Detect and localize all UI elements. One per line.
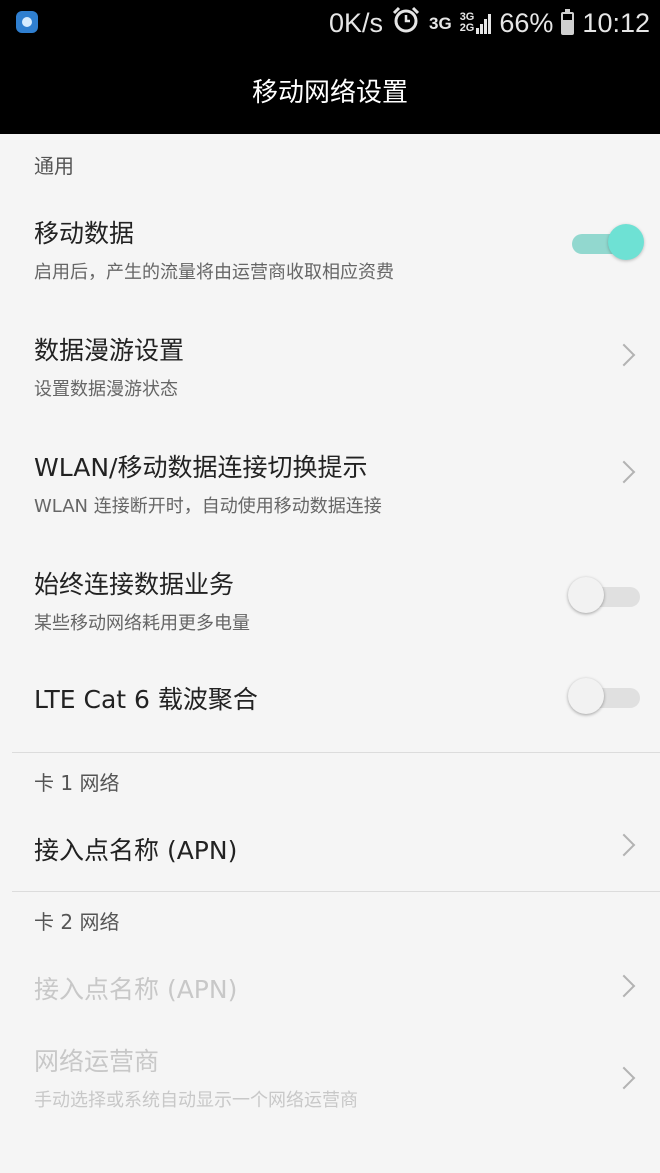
lte-carrier-aggregation-title: LTE Cat 6 载波聚合 [34, 685, 258, 714]
roaming-settings-title: 数据漫游设置 [34, 336, 185, 365]
section-header-general: 通用 [34, 154, 74, 178]
network-operator-subtitle: 手动选择或系统自动显示一个网络运营商 [34, 1090, 358, 1111]
wlan-switch-prompt-subtitle: WLAN 连接断开时，自动使用移动数据连接 [34, 496, 382, 517]
wlan-switch-prompt-title: WLAN/移动数据连接切换提示 [34, 453, 368, 482]
mobile-data-title: 移动数据 [34, 219, 135, 248]
roaming-settings-subtitle: 设置数据漫游状态 [34, 379, 178, 400]
page-title: 移动网络设置 [251, 77, 408, 108]
3g-2g-signal-icon: 3G 2G [460, 12, 492, 34]
mobile-data-toggle[interactable] [572, 224, 644, 264]
network-operator-row[interactable]: 网络运营商 手动选择或系统自动显示一个网络运营商 [0, 1030, 660, 1140]
lte-carrier-aggregation-toggle[interactable] [568, 678, 640, 718]
status-bar: 0K/s 3G 3G 2G 66% 10:12 [0, 0, 660, 46]
3g-signal-icon: 3G [429, 13, 452, 33]
chevron-right-icon [612, 343, 636, 367]
always-on-data-toggle[interactable] [568, 577, 640, 617]
roaming-settings-row[interactable]: 数据漫游设置 设置数据漫游状态 [0, 293, 660, 410]
app-notification-icon [16, 11, 38, 33]
network-speed: 0K/s [328, 7, 383, 38]
network-operator-title: 网络运营商 [34, 1047, 160, 1076]
chevron-right-icon [612, 974, 636, 998]
sim1-apn-row[interactable]: 接入点名称 (APN) [0, 799, 660, 891]
always-on-data-row[interactable]: 始终连接数据业务 某些移动网络耗用更多电量 [0, 527, 660, 644]
wlan-switch-prompt-row[interactable]: WLAN/移动数据连接切换提示 WLAN 连接断开时，自动使用移动数据连接 [0, 410, 660, 527]
section-header-sim1: 卡 1 网络 [34, 771, 120, 795]
battery-percent: 66% [499, 7, 554, 38]
chevron-right-icon [612, 833, 636, 857]
sim2-apn-row[interactable]: 接入点名称 (APN) [0, 938, 660, 1030]
mobile-data-subtitle: 启用后，产生的流量将由运营商收取相应资费 [34, 262, 394, 283]
chevron-right-icon [612, 460, 636, 484]
lte-carrier-aggregation-row[interactable]: LTE Cat 6 载波聚合 [0, 644, 660, 752]
sim2-apn-title: 接入点名称 (APN) [34, 975, 238, 1004]
battery-fill [563, 19, 573, 33]
alarm-clock-icon [391, 5, 421, 42]
battery-icon [561, 8, 575, 35]
chevron-right-icon [612, 1066, 636, 1090]
title-bar: 移动网络设置 [0, 46, 660, 134]
always-on-data-title: 始终连接数据业务 [34, 570, 235, 599]
always-on-data-subtitle: 某些移动网络耗用更多电量 [34, 613, 250, 634]
section-header-sim2: 卡 2 网络 [34, 910, 120, 934]
status-icons: 0K/s 3G 3G 2G 66% 10:12 [329, 0, 650, 46]
clock-time: 10:12 [582, 7, 650, 38]
mobile-data-row[interactable]: 移动数据 启用后，产生的流量将由运营商收取相应资费 [0, 180, 660, 293]
sim1-apn-title: 接入点名称 (APN) [34, 836, 238, 865]
